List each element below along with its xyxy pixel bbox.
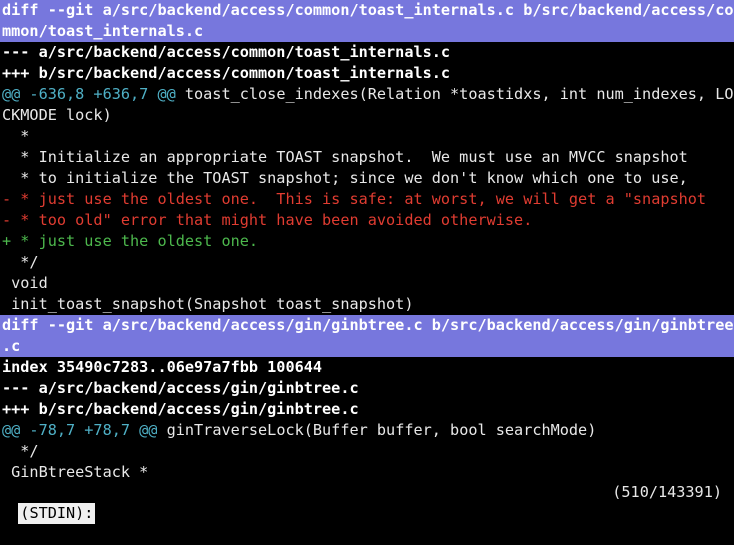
diff-old-file: --- a/src/backend/access/common/toast_in… <box>2 43 451 61</box>
diff-file-header: diff --git a/src/backend/access/common/t… <box>0 0 734 21</box>
diff-context-line: GinBtreeStack * <box>2 463 149 481</box>
diff-hunk-header: @@ -636,8 +636,7 @@ toast_close_indexes(… <box>0 84 734 105</box>
pager-terminal[interactable]: diff --git a/src/backend/access/common/t… <box>0 0 734 503</box>
hunk-context: toast_close_indexes(Relation *toastidxs,… <box>175 85 734 103</box>
diff-file-header-wrap: mmon/toast_internals.c <box>0 21 734 42</box>
diff-added-line: + * just use the oldest one. <box>2 232 259 250</box>
diff-new-file: +++ b/src/backend/access/common/toast_in… <box>2 64 451 82</box>
diff-deleted-line: - * too old" error that might have been … <box>2 211 533 229</box>
diff-context-line: */ <box>2 442 39 460</box>
diff-file-header-wrap: .c <box>0 336 734 357</box>
diff-context-line: void <box>2 274 48 292</box>
diff-old-file: --- a/src/backend/access/gin/ginbtree.c <box>2 379 359 397</box>
diff-context-line: * <box>2 127 30 145</box>
diff-context-line: init_toast_snapshot(Snapshot toast_snaps… <box>2 295 414 313</box>
diff-context-line: * to initialize the TOAST snapshot; sinc… <box>2 169 688 187</box>
diff-hunk-header: @@ -78,7 +78,7 @@ ginTraverseLock(Buffer… <box>0 420 734 441</box>
hunk-range: @@ -636,8 +636,7 @@ <box>2 85 176 103</box>
status-line-position: (510/143391) <box>612 483 722 501</box>
pager-status-bar: (STDIN): (510/143391) <box>0 482 734 524</box>
hunk-context: ginTraverseLock(Buffer buffer, bool sear… <box>157 421 597 439</box>
diff-context-line: */ <box>2 253 39 271</box>
diff-new-file: +++ b/src/backend/access/gin/ginbtree.c <box>2 400 359 418</box>
diff-index-line: index 35490c7283..06e97a7fbb 100644 <box>2 358 323 376</box>
diff-hunk-body: * * Initialize an appropriate TOAST snap… <box>0 126 734 315</box>
diff-deleted-line: - * just use the oldest one. This is saf… <box>2 190 707 208</box>
hunk-context-wrap: CKMODE lock) <box>2 106 112 124</box>
status-filename: (STDIN): <box>18 503 96 524</box>
diff-hunk-body: */ GinBtreeStack * <box>0 441 734 483</box>
hunk-range: @@ -78,7 +78,7 @@ <box>2 421 158 439</box>
prompt-cursor[interactable] <box>95 504 105 523</box>
diff-file-header: diff --git a/src/backend/access/gin/ginb… <box>0 315 734 336</box>
diff-context-line: * Initialize an appropriate TOAST snapsh… <box>2 148 688 166</box>
